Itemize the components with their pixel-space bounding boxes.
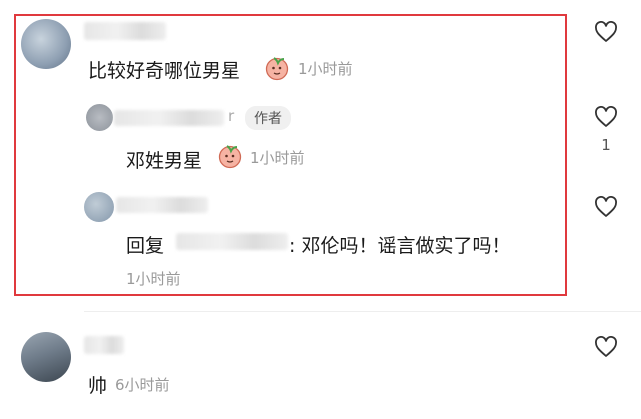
comment-text: 帅: [88, 371, 107, 398]
like-button[interactable]: [594, 21, 618, 43]
reply-avatar[interactable]: [84, 192, 114, 222]
reply-time: 1小时前: [126, 270, 181, 288]
heart-outline-icon: [595, 196, 617, 217]
heart-outline-icon: [595, 21, 617, 42]
username-blurred[interactable]: [84, 336, 124, 354]
reply-text-label: : 邓伦吗！谣言做实了吗！: [289, 235, 511, 257]
comment-text-label: 比较好奇哪位男星: [88, 60, 241, 82]
heart-outline-icon: [595, 336, 617, 357]
author-badge: 作者: [245, 106, 291, 130]
like-button[interactable]: [594, 196, 618, 218]
peach-face-emoji-icon: [218, 145, 242, 169]
reply-text: 回复: [126, 231, 164, 258]
reply-prefix: 回复: [126, 235, 165, 257]
reply-text: : 邓伦吗！谣言做实了吗！: [289, 231, 510, 258]
comment-time: 1小时前: [298, 60, 353, 78]
username-blurred[interactable]: [84, 22, 166, 40]
like-count: 1: [601, 136, 611, 154]
reply-avatar[interactable]: [86, 104, 113, 131]
reply-text: 邓姓男星: [126, 146, 202, 173]
like-button[interactable]: [594, 106, 618, 128]
username-blurred[interactable]: [116, 197, 208, 213]
like-button[interactable]: [594, 336, 618, 358]
comment-text: 比较好奇哪位男星: [88, 56, 240, 83]
username-tail: r: [228, 107, 235, 125]
heart-outline-icon: [595, 106, 617, 127]
reply-target-blurred[interactable]: [176, 233, 288, 250]
reply-time: 1小时前: [250, 149, 305, 167]
comment-text-label: 帅: [88, 375, 108, 397]
username-blurred[interactable]: [114, 110, 224, 126]
comment-avatar[interactable]: [21, 332, 71, 382]
comment-avatar[interactable]: [21, 19, 71, 69]
comment-time: 6小时前: [115, 376, 170, 394]
divider: [84, 311, 641, 312]
peach-face-emoji-icon: [265, 57, 289, 81]
reply-text-label: 邓姓男星: [126, 150, 203, 172]
